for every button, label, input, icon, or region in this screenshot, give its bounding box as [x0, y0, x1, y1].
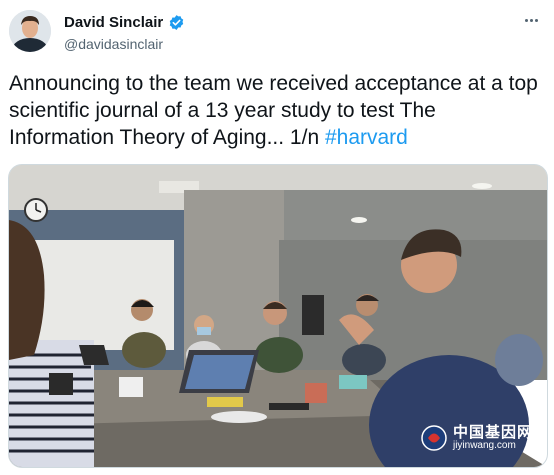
team-meeting-photo: [9, 165, 547, 467]
verified-badge-icon: [168, 14, 185, 31]
tweet-text: Announcing to the team we received accep…: [9, 70, 539, 151]
watermark: 中国基因网 jiyinwang.com: [421, 423, 533, 451]
avatar-image: [9, 10, 51, 52]
author-handle[interactable]: @davidasinclair: [64, 36, 163, 52]
tweet-body: Announcing to the team we received accep…: [9, 72, 538, 149]
watermark-text: 中国基因网 jiyinwang.com: [452, 423, 533, 451]
watermark-cn: 中国基因网: [452, 423, 533, 441]
author-name-row: David Sinclair: [64, 14, 185, 31]
more-options-icon[interactable]: [520, 12, 542, 28]
author-display-name[interactable]: David Sinclair: [64, 14, 163, 31]
hashtag-link[interactable]: #harvard: [325, 126, 408, 149]
watermark-url: jiyinwang.com: [452, 439, 516, 451]
author-avatar[interactable]: [9, 10, 51, 52]
watermark-logo-icon: [421, 425, 447, 451]
tweet-media-photo[interactable]: 中国基因网 jiyinwang.com: [8, 164, 548, 468]
tweet-header: David Sinclair @davidasinclair: [0, 0, 554, 60]
